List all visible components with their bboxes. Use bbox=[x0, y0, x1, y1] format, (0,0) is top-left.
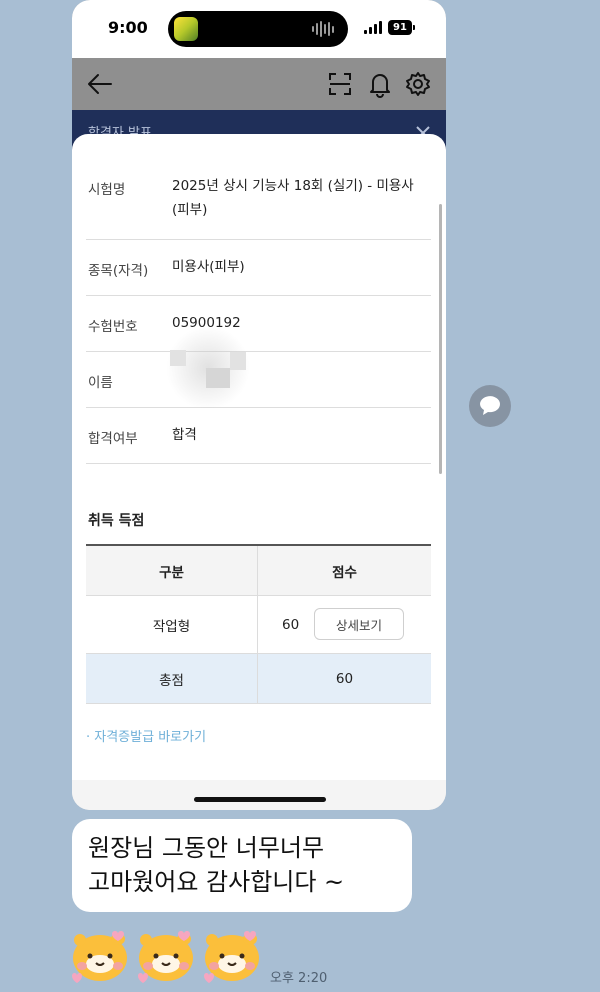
table-header-cell: 점수 bbox=[332, 564, 357, 581]
info-value-line: 2025년 상시 기능사 18회 (실기) - 미용사 bbox=[172, 178, 414, 194]
mosaic-pixel bbox=[170, 350, 186, 366]
detail-view-button[interactable]: 상세보기 bbox=[314, 608, 404, 640]
table-header-row: 구분 점수 bbox=[86, 546, 431, 596]
info-row-subject: 종목(자격) 미용사(피부) bbox=[86, 240, 431, 296]
audio-wave-icon bbox=[312, 21, 336, 37]
info-label: 시험명 bbox=[88, 182, 126, 198]
music-thumbnail bbox=[174, 17, 198, 41]
info-row-exam-number: 수험번호 05900192 bbox=[86, 296, 431, 352]
certificate-link[interactable]: · 자격증발급 바로가기 bbox=[86, 726, 206, 745]
mosaic-pixel bbox=[206, 368, 230, 388]
table-cell-score: 60 bbox=[335, 670, 354, 687]
back-arrow-icon[interactable] bbox=[86, 70, 114, 98]
table-cell-category: 작업형 bbox=[86, 596, 258, 653]
table-header-cell: 구분 bbox=[86, 546, 258, 595]
battery-tip bbox=[413, 25, 415, 30]
scrollbar[interactable] bbox=[439, 204, 442, 474]
info-row-exam-name: 시험명 2025년 상시 기능사 18회 (실기) - 미용사 (피부) bbox=[86, 164, 431, 240]
message-line: 고마웠어요 감사합니다 ~ bbox=[88, 868, 345, 896]
battery-icon: 91 bbox=[388, 20, 412, 35]
emoticon[interactable] bbox=[134, 926, 198, 984]
table-row-total: 총점 60 bbox=[86, 654, 431, 704]
info-row-name: 이름 bbox=[86, 352, 431, 408]
mosaic-pixel bbox=[230, 352, 246, 370]
info-row-pass-status: 합격여부 합격 bbox=[86, 408, 431, 464]
score-table: 구분 점수 작업형 60 상세보기 총점 60 bbox=[86, 544, 431, 704]
info-label: 이름 bbox=[88, 375, 113, 391]
scan-icon[interactable] bbox=[326, 70, 354, 98]
signal-icon bbox=[364, 21, 384, 34]
info-label: 합격여부 bbox=[88, 431, 138, 447]
gear-icon[interactable] bbox=[404, 70, 432, 98]
emoticon[interactable] bbox=[200, 926, 264, 984]
score-section-title: 취득 득점 bbox=[88, 513, 145, 529]
redacted-name bbox=[164, 328, 252, 408]
message-line: 원장님 그동안 너무너무 bbox=[88, 834, 325, 862]
app-header bbox=[72, 58, 446, 110]
status-bar: 9:00 91 bbox=[72, 0, 446, 58]
result-sheet: 시험명 2025년 상시 기능사 18회 (실기) - 미용사 (피부) 종목(… bbox=[72, 134, 446, 810]
shared-screenshot[interactable]: 9:00 91 합격자 발표 bbox=[72, 0, 446, 810]
share-icon bbox=[480, 396, 500, 415]
dynamic-island bbox=[168, 11, 348, 47]
score-value: 60 bbox=[282, 616, 300, 633]
sheet-footer bbox=[72, 780, 446, 810]
table-row: 작업형 60 상세보기 bbox=[86, 596, 431, 654]
emoticon[interactable] bbox=[68, 926, 132, 984]
info-value: 합격 bbox=[172, 427, 197, 443]
info-label: 수험번호 bbox=[88, 319, 138, 335]
message-timestamp: 오후 2:20 bbox=[270, 971, 328, 986]
table-cell-category: 총점 bbox=[86, 654, 258, 703]
info-value: 미용사(피부) bbox=[172, 259, 245, 275]
chat-message-bubble[interactable]: 원장님 그동안 너무너무 고마웠어요 감사합니다 ~ bbox=[72, 819, 412, 912]
info-value-line: (피부) bbox=[172, 202, 208, 218]
status-time: 9:00 bbox=[108, 18, 148, 37]
home-indicator bbox=[194, 797, 326, 802]
share-button[interactable] bbox=[469, 385, 511, 427]
info-label: 종목(자격) bbox=[88, 263, 149, 279]
info-value: 2025년 상시 기능사 18회 (실기) - 미용사 (피부) bbox=[172, 174, 432, 222]
bell-icon[interactable] bbox=[366, 70, 394, 98]
table-cell-score: 60 상세보기 bbox=[258, 596, 431, 653]
